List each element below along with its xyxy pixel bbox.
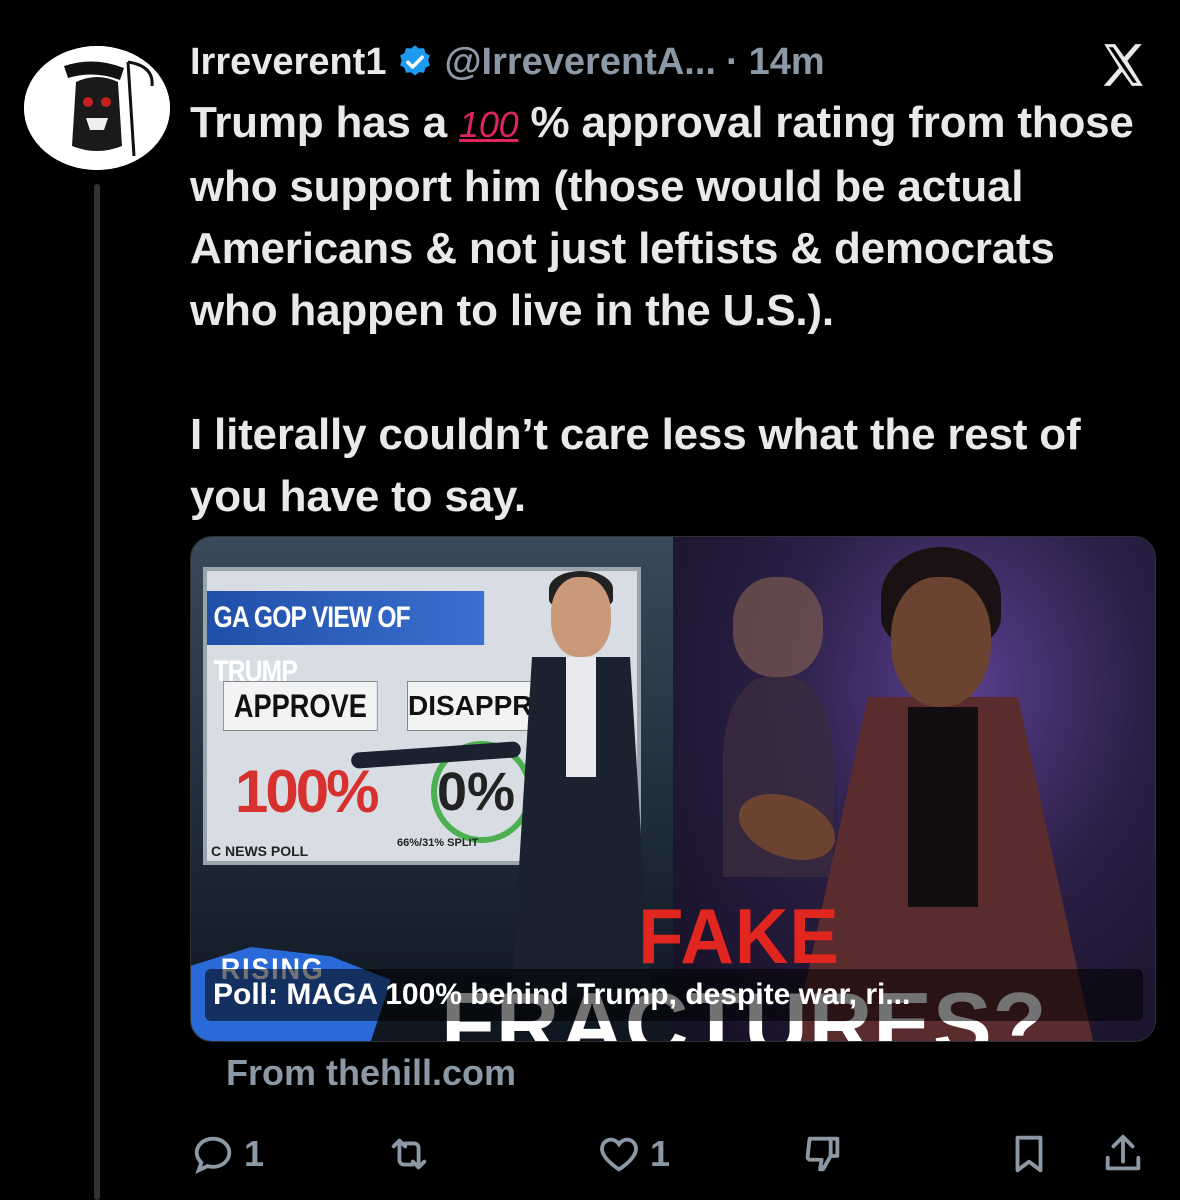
- tweet-paragraph-1: Trump has a 100 % approval rating from t…: [190, 92, 1150, 342]
- approve-label: APPROVE: [223, 681, 378, 731]
- poll-screen-title: GA GOP VIEW OF TRUMP: [207, 591, 485, 688]
- display-name[interactable]: Irreverent1: [190, 41, 386, 84]
- poll-source: C NEWS POLL: [211, 843, 309, 859]
- card-source[interactable]: From thehill.com: [226, 1052, 516, 1094]
- verified-badge-icon: [400, 45, 431, 76]
- tweet-header: Irreverent1 @IrreverentA... · 14m: [190, 34, 825, 90]
- x-logo-icon[interactable]: [1098, 40, 1148, 90]
- thread-line: [94, 184, 100, 1200]
- share-button[interactable]: [1100, 1122, 1146, 1186]
- action-bar: 1 1: [190, 1122, 1156, 1186]
- card-thumbnail-left: GA GOP VIEW OF TRUMP APPROVE DISAPPRO 10…: [191, 537, 673, 1041]
- disapprove-value: 0%: [437, 762, 516, 822]
- tweet-paragraph-2: I literally couldn’t care less what the …: [190, 410, 1081, 521]
- repost-icon: [391, 1138, 427, 1170]
- bookmark-button[interactable]: [1006, 1122, 1052, 1186]
- avatar[interactable]: [24, 46, 170, 170]
- poll-split: 66%/31% SPLIT: [397, 837, 479, 849]
- tweet-text: Trump has a 100 % approval rating from t…: [190, 92, 1150, 528]
- separator-dot: ·: [725, 40, 739, 83]
- reply-count: 1: [244, 1133, 265, 1174]
- heart-icon: [600, 1137, 638, 1172]
- link-card[interactable]: GA GOP VIEW OF TRUMP APPROVE DISAPPRO 10…: [190, 536, 1156, 1042]
- share-icon: [1105, 1134, 1141, 1171]
- hundred-points-emoji: 100: [459, 104, 519, 145]
- like-count: 1: [650, 1133, 671, 1174]
- reply-button[interactable]: 1: [190, 1122, 264, 1186]
- card-caption: Poll: MAGA 100% behind Trump, despite wa…: [205, 969, 1143, 1021]
- news-anchor-figure: [511, 571, 651, 997]
- tweet-text-part: Trump has a: [190, 98, 460, 147]
- handle[interactable]: @IrreverentA...: [444, 41, 716, 84]
- timestamp[interactable]: 14m: [749, 41, 825, 84]
- grim-reaper-avatar-icon: [24, 46, 170, 170]
- repost-button[interactable]: [386, 1122, 440, 1186]
- bookmark-icon: [1015, 1135, 1043, 1173]
- reply-icon: [194, 1136, 232, 1174]
- like-button[interactable]: 1: [596, 1122, 670, 1186]
- downvote-button[interactable]: [800, 1122, 846, 1186]
- thumbs-down-icon: [805, 1136, 840, 1172]
